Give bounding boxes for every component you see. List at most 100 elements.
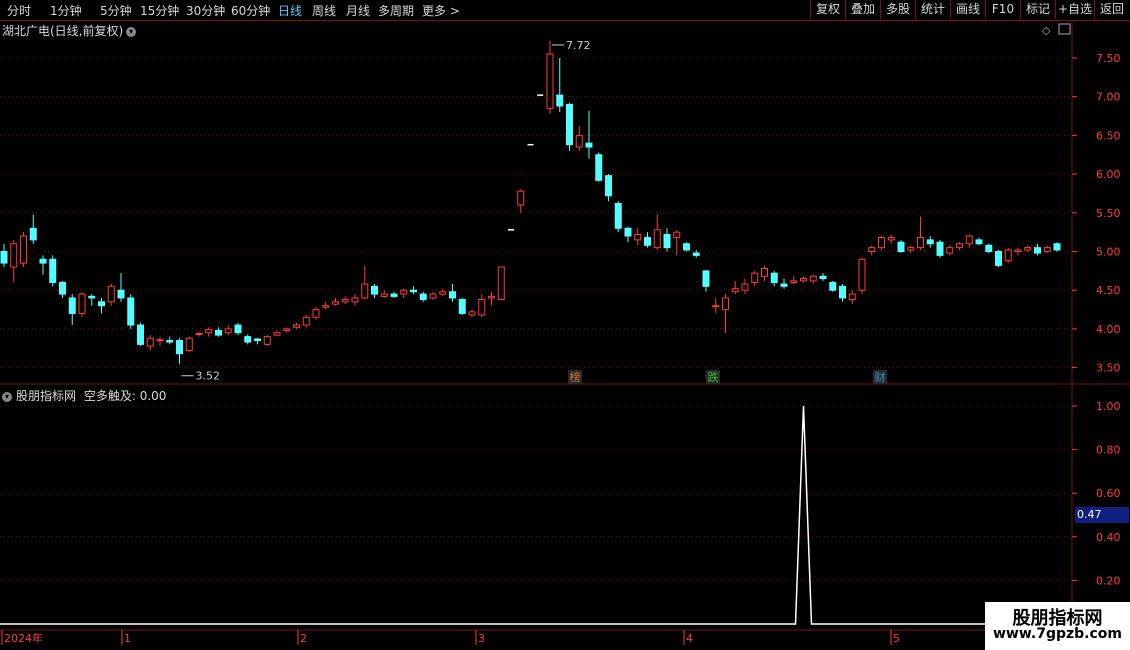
candle-body bbox=[761, 268, 768, 277]
event-tag[interactable]: 跌 bbox=[708, 370, 719, 384]
candle-body bbox=[59, 281, 66, 295]
candle bbox=[68, 294, 76, 326]
indicator-series bbox=[0, 405, 1072, 625]
candle bbox=[770, 270, 778, 287]
y-tick-label: 0.80 bbox=[1096, 444, 1121, 457]
candle-body bbox=[88, 295, 96, 299]
candle-body bbox=[829, 281, 837, 291]
candle-body bbox=[117, 289, 125, 299]
candle bbox=[20, 232, 27, 267]
diamond-icon[interactable]: ◇ bbox=[1042, 24, 1051, 37]
y-tick-label: 5.00 bbox=[1096, 246, 1121, 259]
candle bbox=[614, 201, 622, 233]
candle-body bbox=[224, 328, 232, 334]
candle bbox=[702, 270, 710, 292]
candle-body bbox=[556, 94, 564, 107]
candle bbox=[809, 274, 817, 285]
candle-body bbox=[634, 233, 642, 241]
candle bbox=[166, 336, 174, 345]
candle bbox=[644, 232, 651, 248]
candle-body bbox=[575, 134, 583, 148]
candle-body bbox=[663, 233, 671, 249]
candle bbox=[790, 276, 798, 285]
candle bbox=[29, 214, 37, 244]
candle-body bbox=[371, 285, 378, 295]
x-tick-label: 1 bbox=[124, 632, 131, 645]
event-tag[interactable]: 财 bbox=[875, 370, 886, 384]
candle bbox=[254, 338, 261, 345]
main-y-axis: 7.50 7.00 6.50 6.00 5.50 5.00 4.50 4.00 3.50 bbox=[1072, 52, 1121, 375]
candle-body bbox=[585, 142, 593, 148]
candle-body bbox=[595, 154, 603, 181]
candle-body bbox=[488, 295, 495, 299]
candle bbox=[400, 288, 408, 298]
candle-body bbox=[644, 237, 651, 246]
candle bbox=[449, 284, 456, 302]
candle-body bbox=[839, 285, 846, 299]
candle bbox=[127, 294, 135, 329]
candle bbox=[361, 265, 369, 300]
candle-body bbox=[185, 337, 193, 352]
candle bbox=[839, 284, 846, 302]
candle-body bbox=[68, 297, 76, 314]
candle bbox=[692, 249, 700, 258]
chart-canvas: 7.50 7.00 6.50 6.00 5.50 5.00 4.50 4.00 3.50 1.0… bbox=[0, 20, 1130, 645]
candle bbox=[741, 278, 749, 295]
candle bbox=[780, 278, 788, 289]
candle bbox=[107, 284, 115, 306]
candle bbox=[829, 280, 837, 292]
candle bbox=[273, 330, 281, 337]
candle bbox=[224, 325, 232, 336]
candle-body bbox=[107, 285, 115, 303]
y-tick-label: 6.00 bbox=[1096, 168, 1121, 181]
candle-body bbox=[926, 239, 934, 245]
candle-body bbox=[390, 293, 398, 297]
panel-toggle-icon[interactable] bbox=[1058, 23, 1071, 35]
candle-body bbox=[975, 239, 983, 245]
candle-body bbox=[751, 272, 759, 283]
candle-body bbox=[809, 275, 817, 282]
candle-body bbox=[731, 288, 739, 293]
candle-body bbox=[995, 251, 1002, 266]
candle bbox=[751, 270, 759, 287]
candle-body bbox=[800, 278, 807, 282]
candle bbox=[341, 296, 349, 305]
candle-body bbox=[429, 293, 437, 299]
candle-body bbox=[49, 258, 57, 283]
candle bbox=[653, 214, 661, 250]
x-tick-label: 3 bbox=[478, 632, 485, 645]
candle-body bbox=[361, 283, 369, 299]
candle-body bbox=[195, 333, 203, 336]
candle bbox=[39, 255, 47, 275]
candle bbox=[244, 334, 252, 345]
candle-body bbox=[215, 329, 222, 336]
candle-body bbox=[273, 332, 281, 336]
event-tag[interactable]: 榜 bbox=[570, 370, 581, 384]
candle-body bbox=[156, 339, 164, 342]
candle-body bbox=[127, 297, 135, 326]
candle-body bbox=[20, 235, 27, 264]
indicator-line bbox=[0, 405, 1072, 625]
candle bbox=[575, 126, 583, 151]
candle bbox=[624, 226, 632, 243]
candle bbox=[195, 331, 203, 337]
candle-body bbox=[722, 297, 729, 311]
candle-body bbox=[546, 53, 554, 109]
candle bbox=[673, 229, 681, 256]
extreme-markers: 7.72 3.52 bbox=[181, 39, 591, 383]
candle-body bbox=[29, 227, 37, 241]
candle bbox=[156, 336, 164, 346]
candle-body bbox=[878, 237, 885, 249]
candle-body bbox=[1024, 247, 1032, 251]
candle bbox=[887, 234, 895, 244]
candle-body bbox=[312, 309, 320, 318]
candle bbox=[390, 291, 398, 298]
candle bbox=[410, 286, 417, 295]
candle-body bbox=[985, 244, 993, 252]
candle bbox=[488, 291, 495, 306]
candle bbox=[380, 290, 388, 298]
candle-body bbox=[78, 293, 86, 314]
candle-body bbox=[244, 336, 252, 343]
candle-body bbox=[614, 203, 622, 229]
candle-body bbox=[1034, 247, 1041, 254]
